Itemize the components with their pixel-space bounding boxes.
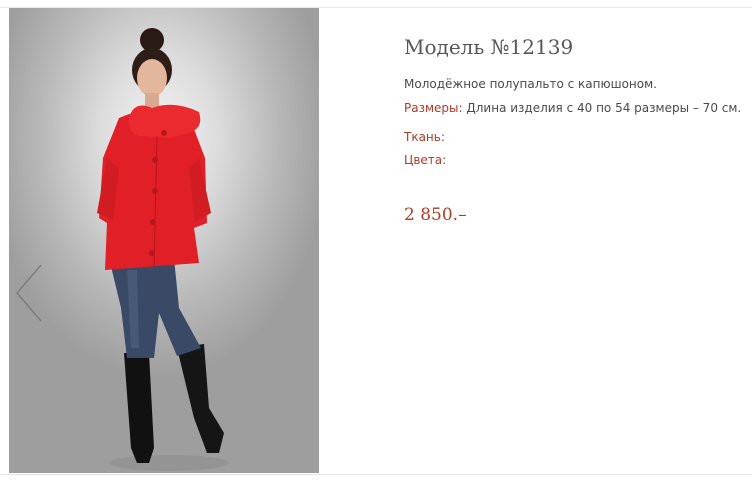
chevron-left-icon: [16, 264, 42, 322]
sizes-value: Длина изделия с 40 по 54 размеры – 70 см…: [466, 101, 742, 115]
product-price: 2 850.–: [404, 205, 467, 225]
colors-row: Цвета:: [404, 153, 446, 167]
fabric-row: Ткань:: [404, 130, 445, 144]
fabric-label: Ткань:: [404, 130, 445, 144]
model-illustration: [97, 28, 229, 471]
sizes-label: Размеры:: [404, 101, 463, 115]
product-photo: [9, 8, 319, 473]
gallery-prev-button[interactable]: [13, 263, 43, 323]
colors-label: Цвета:: [404, 153, 447, 167]
product-description: Молодёжное полупальто с капюшоном.: [404, 77, 657, 91]
product-title: Модель №12139: [404, 35, 574, 59]
sizes-row: Размеры: Длина изделия с 40 по 54 размер…: [404, 101, 741, 115]
bottom-divider: [0, 474, 752, 475]
